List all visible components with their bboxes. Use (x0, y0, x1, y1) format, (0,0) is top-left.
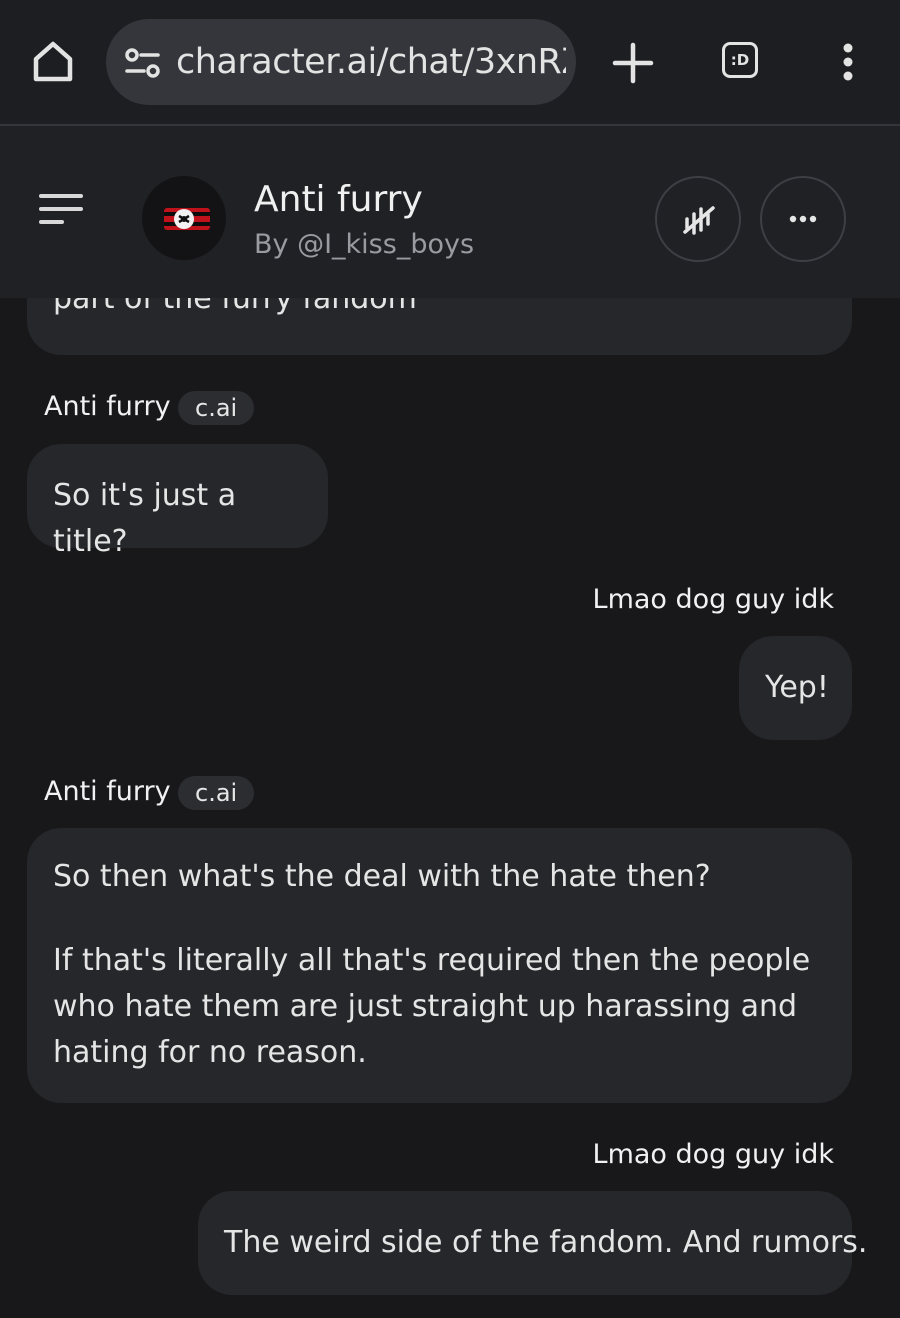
url-text[interactable]: character.ai/chat/3xnRZ (176, 41, 566, 83)
more-dots-icon (789, 215, 817, 223)
tab-switcher-button[interactable]: :D (722, 42, 758, 78)
message-paragraph: So then what's the deal with the hate th… (53, 859, 711, 894)
message-bubble[interactable]: The weird side of the fandom. And rumors… (198, 1191, 867, 1295)
message-sender: Lmao dog guy idk (592, 1139, 834, 1170)
chat-header: Anti furry By @I_kiss_boys (0, 126, 900, 298)
home-icon[interactable] (28, 36, 78, 86)
message-bubble[interactable]: part of the furry fandom (27, 298, 852, 355)
browser-menu-icon[interactable] (836, 42, 860, 82)
character-avatar[interactable] (142, 176, 226, 260)
sidebar-menu-icon[interactable] (38, 192, 84, 228)
message-text: Yep! (765, 670, 829, 705)
site-settings-icon[interactable] (124, 47, 162, 79)
message-text: part of the furry fandom (53, 298, 417, 316)
message-sender: Lmao dog guy idk (592, 584, 834, 615)
more-options-button[interactable] (760, 176, 846, 262)
character-name: Anti furry (254, 179, 423, 220)
message-sender: Anti furry (44, 391, 171, 422)
browser-toolbar: character.ai/chat/3xnRZ :D (0, 0, 900, 126)
voice-button[interactable] (655, 176, 741, 262)
message-paragraph: If that's literally all that's required … (53, 943, 811, 1070)
message-sender: Anti furry (44, 776, 171, 807)
character-author[interactable]: By @I_kiss_boys (254, 228, 474, 262)
address-bar[interactable]: character.ai/chat/3xnRZ (106, 19, 576, 105)
voice-off-icon (683, 206, 715, 235)
new-tab-icon[interactable] (610, 40, 656, 86)
message-bubble[interactable]: So it's just a title? (27, 444, 328, 559)
message-bubble[interactable]: Yep! (739, 636, 852, 740)
chat-messages: part of the furry fandom Anti furry c.ai… (0, 298, 900, 1318)
cai-badge: c.ai (178, 776, 255, 810)
message-text: The weird side of the fandom. And rumors… (224, 1225, 868, 1260)
message-bubble[interactable]: So then what's the deal with the hate th… (27, 828, 852, 1103)
cai-badge: c.ai (178, 391, 255, 425)
message-text: So it's just a title? (53, 478, 237, 559)
